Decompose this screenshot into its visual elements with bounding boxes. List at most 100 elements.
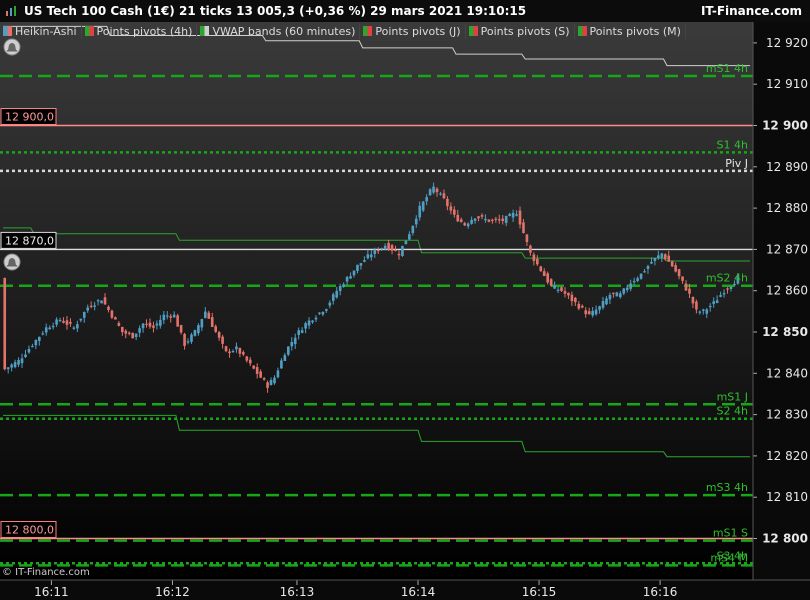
candle-body bbox=[242, 352, 245, 355]
candle-body bbox=[497, 219, 501, 221]
price-box-label: 12 800,0 bbox=[5, 524, 54, 537]
candle-body bbox=[380, 248, 384, 250]
candle-body bbox=[58, 319, 62, 322]
candle-body bbox=[726, 288, 729, 290]
candle-body bbox=[712, 301, 716, 304]
pivot-icon bbox=[84, 26, 94, 36]
candle-body bbox=[452, 209, 456, 215]
candle-body bbox=[214, 326, 218, 332]
candle-body bbox=[691, 296, 695, 304]
level-label: mS4 M bbox=[710, 551, 748, 564]
candle-body bbox=[563, 291, 567, 294]
candle-body bbox=[636, 278, 639, 281]
candle-body bbox=[286, 346, 290, 355]
candle-body bbox=[307, 320, 311, 326]
legend-item-heikin-ashi[interactable]: Heikin-Ashi bbox=[0, 23, 82, 39]
candle-body bbox=[297, 330, 301, 335]
candle-body bbox=[3, 278, 7, 370]
candle-body bbox=[560, 287, 563, 292]
indicator-legend: Heikin-Ashi Points pivots (4h) VWAP band… bbox=[0, 23, 686, 39]
pivot-icon bbox=[468, 26, 478, 36]
candle-body bbox=[473, 218, 477, 221]
candle-body bbox=[34, 340, 38, 346]
candle-body bbox=[44, 327, 48, 333]
candle-body bbox=[421, 201, 425, 211]
candle-body bbox=[532, 254, 536, 261]
candle-body bbox=[542, 271, 546, 277]
candle-body bbox=[335, 290, 339, 298]
candle-body bbox=[390, 245, 394, 251]
candle-body bbox=[608, 294, 612, 300]
candle-body bbox=[127, 332, 131, 334]
candle-body bbox=[69, 321, 72, 324]
candle-body bbox=[525, 234, 529, 243]
candle-body bbox=[280, 360, 283, 369]
candle-body bbox=[352, 270, 356, 276]
candle-body bbox=[646, 266, 650, 269]
candle-body bbox=[6, 367, 10, 370]
candle-body bbox=[622, 288, 626, 294]
price-chart[interactable]: mS1 4h S1 4h Piv J mS2 4h mS1 J S2 4h mS3 4h mS… bbox=[0, 0, 810, 600]
candle-body bbox=[401, 245, 404, 256]
candle-body bbox=[369, 254, 373, 258]
candle-body bbox=[314, 317, 318, 320]
candle-body bbox=[266, 382, 269, 388]
candle-body bbox=[318, 312, 321, 314]
candle-body bbox=[262, 378, 266, 380]
legend-item-pivots-j[interactable]: Points pivots (J) bbox=[360, 23, 466, 39]
candle-body bbox=[470, 219, 473, 224]
candle-body bbox=[325, 309, 328, 311]
candle-body bbox=[491, 219, 494, 221]
candle-body bbox=[587, 311, 591, 315]
legend-item-pivots-m[interactable]: Points pivots (M) bbox=[575, 23, 686, 39]
candle-body bbox=[231, 351, 235, 353]
bell-icon[interactable] bbox=[3, 253, 21, 271]
candle-body bbox=[134, 333, 138, 338]
y-tick-label: 12 920 bbox=[766, 36, 808, 50]
x-tick-label: 16:16 bbox=[643, 585, 678, 599]
candle-body bbox=[501, 218, 505, 222]
legend-item-pivots-4h[interactable]: Points pivots (4h) bbox=[82, 23, 198, 39]
candle-body bbox=[255, 367, 259, 374]
price-box-label: 12 900,0 bbox=[5, 111, 54, 124]
candle-body bbox=[612, 292, 615, 294]
candle-body bbox=[432, 186, 435, 193]
legend-item-pivots-s[interactable]: Points pivots (S) bbox=[466, 23, 575, 39]
x-tick-label: 16:13 bbox=[280, 585, 315, 599]
y-tick-label: 12 830 bbox=[766, 408, 808, 422]
candle-body bbox=[629, 283, 633, 289]
candle-body bbox=[719, 295, 722, 297]
candle-body bbox=[311, 320, 314, 323]
candle-body bbox=[100, 300, 103, 304]
candle-body bbox=[567, 292, 570, 296]
candle-body bbox=[10, 364, 13, 368]
candle-body bbox=[224, 346, 228, 352]
candle-body bbox=[138, 328, 141, 333]
candle-body bbox=[186, 341, 190, 343]
candle-body bbox=[663, 254, 667, 260]
candle-body bbox=[48, 327, 52, 330]
candle-body bbox=[518, 210, 522, 225]
candle-body bbox=[217, 332, 221, 338]
level-label: S1 4h bbox=[717, 138, 748, 151]
candle-body bbox=[259, 371, 262, 378]
level-label: mS1 4h bbox=[706, 62, 748, 75]
candle-body bbox=[200, 319, 204, 328]
y-tick-label: 12 840 bbox=[766, 366, 808, 380]
legend-item-vwap-bands[interactable]: VWAP bands (60 minutes) bbox=[197, 23, 361, 39]
candle-body bbox=[152, 325, 155, 328]
candle-body bbox=[677, 269, 681, 277]
plot-background bbox=[0, 0, 753, 580]
candle-body bbox=[425, 197, 428, 202]
level-label: S2 4h bbox=[717, 405, 748, 418]
candle-body bbox=[89, 305, 93, 308]
candle-body bbox=[449, 206, 453, 211]
candle-body bbox=[290, 341, 294, 347]
candle-body bbox=[197, 325, 200, 334]
candle-body bbox=[117, 323, 121, 326]
candle-body bbox=[681, 276, 684, 281]
candle-body bbox=[238, 348, 242, 354]
candle-body bbox=[55, 319, 58, 325]
candle-body bbox=[660, 253, 664, 258]
bell-icon[interactable] bbox=[3, 38, 21, 56]
